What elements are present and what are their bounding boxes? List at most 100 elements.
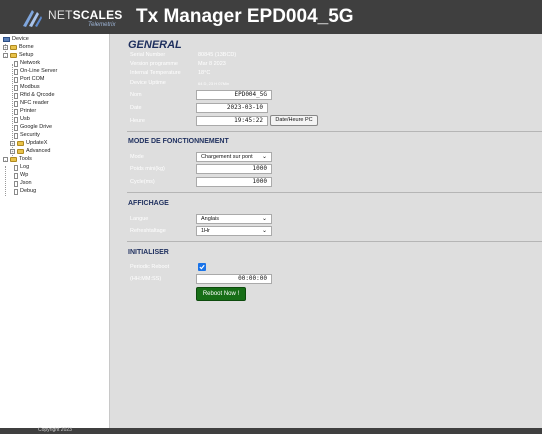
chevron-down-icon: ⌄: [261, 216, 267, 222]
sidebar-blank-area: [0, 286, 110, 428]
sidebar-item-label: Modbus: [20, 84, 40, 90]
heure-field[interactable]: 19:45:22: [196, 116, 268, 126]
logo-text-plain: NET: [48, 8, 73, 22]
nom-field[interactable]: EPD004_5G: [196, 90, 272, 100]
sidebar-item-label: Google Drive: [20, 124, 53, 130]
expand-icon[interactable]: +: [10, 149, 15, 154]
date-field[interactable]: 2023-03-10: [196, 103, 268, 113]
refresh-label: Refreshtaltage: [130, 228, 166, 234]
sidebar-item-label: Port COM: [20, 76, 45, 82]
sidebar-item-tools[interactable]: - Tools: [3, 156, 32, 163]
sidebar-tree: Device + Borne - Setup Network On-Line S…: [0, 34, 110, 286]
sidebar-item-wp[interactable]: Wp: [14, 172, 28, 179]
sidebar-item-label: Network: [20, 60, 41, 66]
sidebar-item-advanced[interactable]: + Advanced: [10, 148, 50, 155]
reboot-now-button[interactable]: Reboot Now !: [196, 287, 246, 301]
sidebar-item-printer[interactable]: Printer: [14, 108, 36, 115]
langue-select-value: Anglais: [201, 216, 220, 222]
sidebar-item-nfc-reader[interactable]: NFC reader: [14, 100, 49, 107]
section-title-general: GENERAL: [128, 39, 182, 51]
sidebar-item-label: Rfid & Qrcode: [20, 92, 55, 98]
heure-label: Heure: [130, 118, 145, 124]
sidebar-item-device[interactable]: Device: [3, 36, 29, 43]
sidebar-item-port-com[interactable]: Port COM: [14, 76, 44, 83]
file-icon: [14, 172, 18, 179]
sidebar-item-label: Usb: [20, 116, 30, 122]
temperature-value: 18°C: [198, 70, 211, 76]
main-panel: GENERAL Serial Number 80845 (13BCD) Vers…: [110, 34, 542, 428]
sidebar-item-label: Advanced: [26, 148, 51, 154]
sidebar-item-label: Device: [12, 36, 29, 42]
mode-select[interactable]: Chargement sur pont ⌄: [196, 152, 272, 162]
langue-select[interactable]: Anglais ⌄: [196, 214, 272, 224]
file-icon: [14, 84, 18, 91]
expand-icon[interactable]: +: [3, 45, 8, 50]
version-label: Version programme: [130, 61, 178, 67]
folder-icon: [17, 149, 24, 154]
cycle-field[interactable]: 1000: [196, 177, 272, 187]
logo-text: NETSCALES: [48, 8, 122, 22]
sidebar-item-modbus[interactable]: Modbus: [14, 84, 40, 91]
sidebar-item-updatex[interactable]: + UpdateX: [10, 140, 47, 147]
logo-subtitle: Telemetrix: [88, 22, 116, 28]
nom-label: Nom: [130, 92, 142, 98]
sidebar-item-label: Debug: [20, 188, 37, 194]
file-icon: [14, 116, 18, 123]
folder-icon: [17, 141, 24, 146]
collapse-icon[interactable]: -: [3, 53, 8, 58]
footer-bar: Copyright 2023: [0, 427, 542, 434]
periodic-reboot-label: Periodic Reboot: [130, 264, 170, 270]
app-header: NETSCALES Telemetrix Tx Manager EPD004_5…: [0, 0, 542, 34]
netscales-logo: NETSCALES Telemetrix: [20, 6, 130, 32]
temperature-label: Internal Temperature: [130, 70, 181, 76]
folder-icon: [10, 45, 17, 50]
poids-field[interactable]: 1000: [196, 164, 272, 174]
sidebar-item-setup[interactable]: - Setup: [3, 52, 33, 59]
sidebar-item-label: Tools: [19, 156, 32, 162]
uptime-value: 64 D, 23 H 07Min: [198, 81, 230, 86]
file-icon: [14, 76, 18, 83]
serial-value: 80845 (13BCD): [198, 52, 237, 58]
expand-icon[interactable]: +: [10, 141, 15, 146]
sidebar-item-network[interactable]: Network: [14, 60, 40, 67]
file-icon: [14, 108, 18, 115]
collapse-icon[interactable]: -: [3, 157, 8, 162]
sidebar-item-online-server[interactable]: On-Line Server: [14, 68, 57, 75]
checkmark-icon: [199, 264, 205, 270]
sidebar-item-debug[interactable]: Debug: [14, 188, 36, 195]
langue-label: Langue: [130, 216, 149, 222]
reboot-time-field[interactable]: 00:00:00: [196, 274, 272, 284]
section-divider: [127, 241, 542, 242]
file-icon: [14, 68, 18, 75]
date-heure-pc-button[interactable]: Date/Heure PC: [270, 115, 318, 126]
sidebar-item-usb[interactable]: Usb: [14, 116, 30, 123]
sidebar-item-json[interactable]: Json: [14, 180, 32, 187]
logo-text-bold: SCALES: [72, 8, 123, 22]
sidebar-item-label: NFC reader: [20, 100, 49, 106]
file-icon: [14, 92, 18, 99]
file-icon: [14, 164, 18, 171]
section-title-mode: MODE DE FONCTIONNEMENT: [128, 138, 229, 145]
sidebar-item-log[interactable]: Log: [14, 164, 29, 171]
sidebar-item-security[interactable]: Security: [14, 132, 40, 139]
refresh-select[interactable]: 1Hr ⌄: [196, 226, 272, 236]
section-divider: [127, 131, 542, 132]
folder-icon: [10, 157, 17, 162]
mode-select-value: Chargement sur pont: [201, 154, 253, 160]
sidebar-item-borne[interactable]: + Borne: [3, 44, 34, 51]
file-icon: [14, 124, 18, 131]
reboot-time-label: (HH:MM:SS): [130, 276, 162, 282]
sidebar-item-label: Printer: [20, 108, 37, 114]
sidebar-item-label: Wp: [20, 172, 29, 178]
sidebar-item-label: Json: [20, 180, 32, 186]
file-icon: [14, 100, 18, 107]
uptime-label: Device Uptime: [130, 80, 166, 86]
sidebar-item-rfid-qrcode[interactable]: Rfid & Qrcode: [14, 92, 55, 99]
periodic-reboot-checkbox[interactable]: [198, 263, 206, 271]
poids-label: Poids mini(kg): [130, 166, 165, 172]
file-icon: [14, 188, 18, 195]
chevron-down-icon: ⌄: [261, 228, 267, 234]
refresh-select-value: 1Hr: [201, 228, 210, 234]
sidebar-item-label: UpdateX: [26, 140, 48, 146]
sidebar-item-google-drive[interactable]: Google Drive: [14, 124, 52, 131]
